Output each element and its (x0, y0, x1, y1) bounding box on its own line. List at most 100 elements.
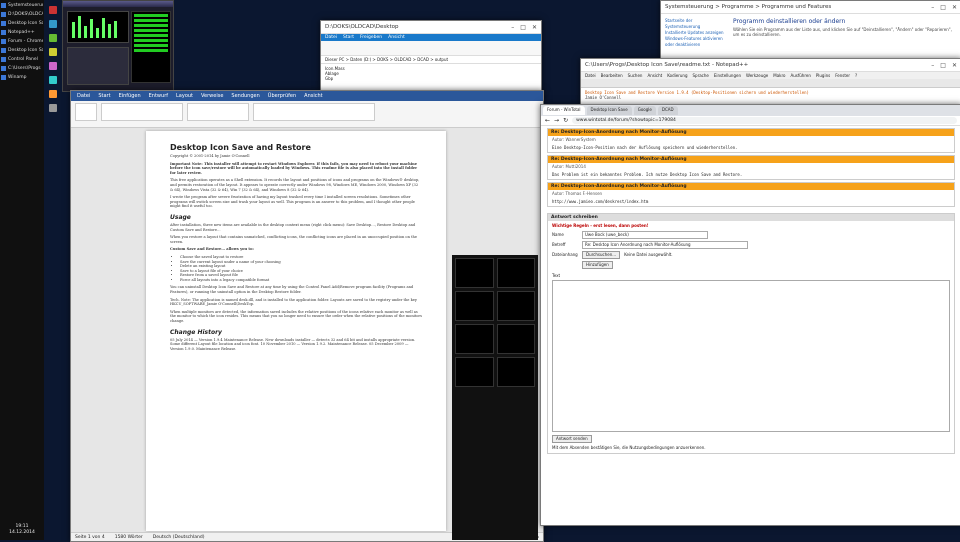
ribbon-tab[interactable]: Verweise (201, 93, 223, 99)
taskbar-item[interactable]: Systemsteuerung (1, 1, 43, 9)
browser-tab[interactable]: Forum - WinTotal (543, 106, 585, 115)
winamp-titlebar[interactable] (63, 1, 173, 7)
ribbon-tab[interactable]: Einfügen (119, 93, 141, 99)
subject-field[interactable]: Re: Desktop Icon Anordnung nach Monitor-… (582, 241, 748, 249)
address-bar[interactable]: Dieser PC > Daten (D:) > DOKS > OLDCAD >… (321, 56, 541, 64)
desktop-icon[interactable] (49, 20, 57, 28)
desktop-icon[interactable] (49, 48, 57, 56)
ribbon-tab[interactable]: Start (98, 93, 110, 99)
menu-item[interactable]: Plugins (816, 73, 830, 78)
ribbon-tab[interactable]: Ansicht (304, 93, 322, 99)
status-page[interactable]: Seite 1 von 4 (75, 535, 105, 540)
menu-item[interactable]: Suchen (628, 73, 643, 78)
desktop-icon[interactable] (49, 62, 57, 70)
document-page[interactable]: Desktop Icon Save and Restore Copyright … (146, 131, 446, 531)
taskbar-item[interactable]: D:\DOKS\OLDCAD (1, 10, 43, 18)
thumbnail[interactable] (496, 291, 535, 321)
menu-item[interactable]: Fenster (835, 73, 850, 78)
reply-textarea[interactable] (552, 280, 950, 432)
chrome-window[interactable]: Forum - WinTotal Desktop Icon Save Google D… (540, 104, 960, 526)
minimize-icon[interactable]: – (931, 62, 934, 69)
font-controls[interactable] (101, 103, 183, 121)
close-icon[interactable]: ✕ (952, 4, 957, 11)
desktop-icon[interactable] (49, 6, 57, 14)
file-item[interactable]: Gbp (325, 76, 537, 81)
forward-icon[interactable]: → (554, 117, 559, 124)
menu-item[interactable]: Sprache (693, 73, 709, 78)
ribbon-tab[interactable]: Entwurf (149, 93, 168, 99)
thumbnail[interactable] (455, 324, 494, 354)
close-icon[interactable]: ✕ (952, 62, 957, 69)
control-panel-titlebar[interactable]: Systemsteuerung > Programme > Programme … (661, 1, 960, 14)
ribbon-tab[interactable]: Layout (176, 93, 193, 99)
taskbar-item[interactable]: Notepad++ (1, 28, 43, 36)
menu-item[interactable]: Bearbeiten (601, 73, 623, 78)
ribbon-tab[interactable]: Sendungen (231, 93, 259, 99)
explorer-window[interactable]: D:\DOKS\OLDCAD\Desktop – □ ✕ Datei Start F… (320, 20, 542, 92)
winamp-window[interactable] (62, 0, 174, 92)
control-panel-window[interactable]: Systemsteuerung > Programme > Programme … (660, 0, 960, 64)
cpanel-link[interactable]: Startseite der Systemsteuerung (665, 18, 725, 30)
taskbar-item[interactable]: Control Panel (1, 55, 43, 63)
styles-gallery[interactable] (253, 103, 375, 121)
desktop-icon[interactable] (49, 90, 57, 98)
ribbon-tab[interactable]: Überprüfen (268, 93, 296, 99)
minimize-icon[interactable]: – (511, 24, 514, 31)
minimize-icon[interactable]: – (931, 4, 934, 11)
browser-tab[interactable]: Desktop Icon Save (586, 106, 632, 115)
browser-tab[interactable]: Google (633, 106, 656, 115)
winamp-playlist[interactable] (131, 11, 171, 83)
taskbar-item[interactable]: C:\Users\Progs (1, 64, 43, 72)
taskbar-item[interactable]: Winamp (1, 73, 43, 81)
ribbon-tab[interactable]: Datei (77, 93, 90, 99)
thumbnail[interactable] (496, 357, 535, 387)
taskbar-item[interactable]: Desktop Icon Save.docx (1, 46, 43, 54)
menu-item[interactable]: Einstellungen (714, 73, 741, 78)
menu-item[interactable]: Ansicht (647, 73, 662, 78)
cpanel-link[interactable]: Windows-Features aktivieren oder deaktiv… (665, 36, 725, 48)
taskbar-item[interactable]: Forum - Chrome (1, 37, 43, 45)
maximize-icon[interactable]: □ (520, 24, 526, 31)
desktop-icon[interactable] (49, 104, 57, 112)
browse-button[interactable]: Durchsuchen... (582, 251, 621, 259)
reload-icon[interactable]: ↻ (563, 117, 568, 124)
paragraph-controls[interactable] (187, 103, 249, 121)
thumbnail[interactable] (455, 357, 494, 387)
winamp-equalizer[interactable] (67, 47, 129, 85)
window-title: Systemsteuerung > Programme > Programme … (665, 4, 832, 10)
notepad-titlebar[interactable]: C:\Users\Progs\Desktop Icon Save\readme.… (581, 59, 960, 72)
back-icon[interactable]: ← (545, 117, 550, 124)
tab-freigeben[interactable]: Freigeben (360, 35, 382, 40)
menu-item[interactable]: Kodierung (667, 73, 687, 78)
menu-item[interactable]: Makro (773, 73, 785, 78)
maximize-icon[interactable]: □ (940, 62, 946, 69)
taskbar-item-label: Control Panel (8, 56, 38, 62)
desktop-icon[interactable] (49, 76, 57, 84)
paste-button[interactable] (75, 103, 97, 121)
media-library-panel[interactable] (452, 255, 538, 540)
explorer-titlebar[interactable]: D:\DOKS\OLDCAD\Desktop – □ ✕ (321, 21, 541, 34)
thumbnail[interactable] (455, 291, 494, 321)
upload-button[interactable]: Hinzufügen (582, 261, 613, 269)
menu-item[interactable]: Ausführen (790, 73, 810, 78)
tab-start[interactable]: Start (343, 35, 354, 40)
menu-item[interactable]: ? (855, 73, 857, 78)
status-words[interactable]: 1580 Wörter (115, 535, 143, 540)
thumbnail[interactable] (496, 258, 535, 288)
menu-item[interactable]: Werkzeuge (746, 73, 768, 78)
thumbnail[interactable] (496, 324, 535, 354)
status-language[interactable]: Deutsch (Deutschland) (153, 535, 205, 540)
desktop-icon[interactable] (49, 34, 57, 42)
tab-datei[interactable]: Datei (325, 35, 337, 40)
menu-item[interactable]: Datei (585, 73, 596, 78)
maximize-icon[interactable]: □ (940, 4, 946, 11)
clock[interactable]: 19:11 14.12.2014 (0, 524, 44, 536)
thumbnail[interactable] (455, 258, 494, 288)
tab-ansicht[interactable]: Ansicht (388, 35, 405, 40)
submit-button[interactable]: Antwort senden (552, 435, 592, 443)
browser-tab[interactable]: DCAD (657, 106, 678, 115)
url-bar[interactable]: www.wintotal.de/forum/?showtopic=179084 (572, 117, 957, 124)
taskbar-item[interactable]: Desktop Icon Save (1, 19, 43, 27)
close-icon[interactable]: ✕ (532, 24, 537, 31)
name-field[interactable]: Uwe Bock (uwe_beck) (582, 231, 708, 239)
